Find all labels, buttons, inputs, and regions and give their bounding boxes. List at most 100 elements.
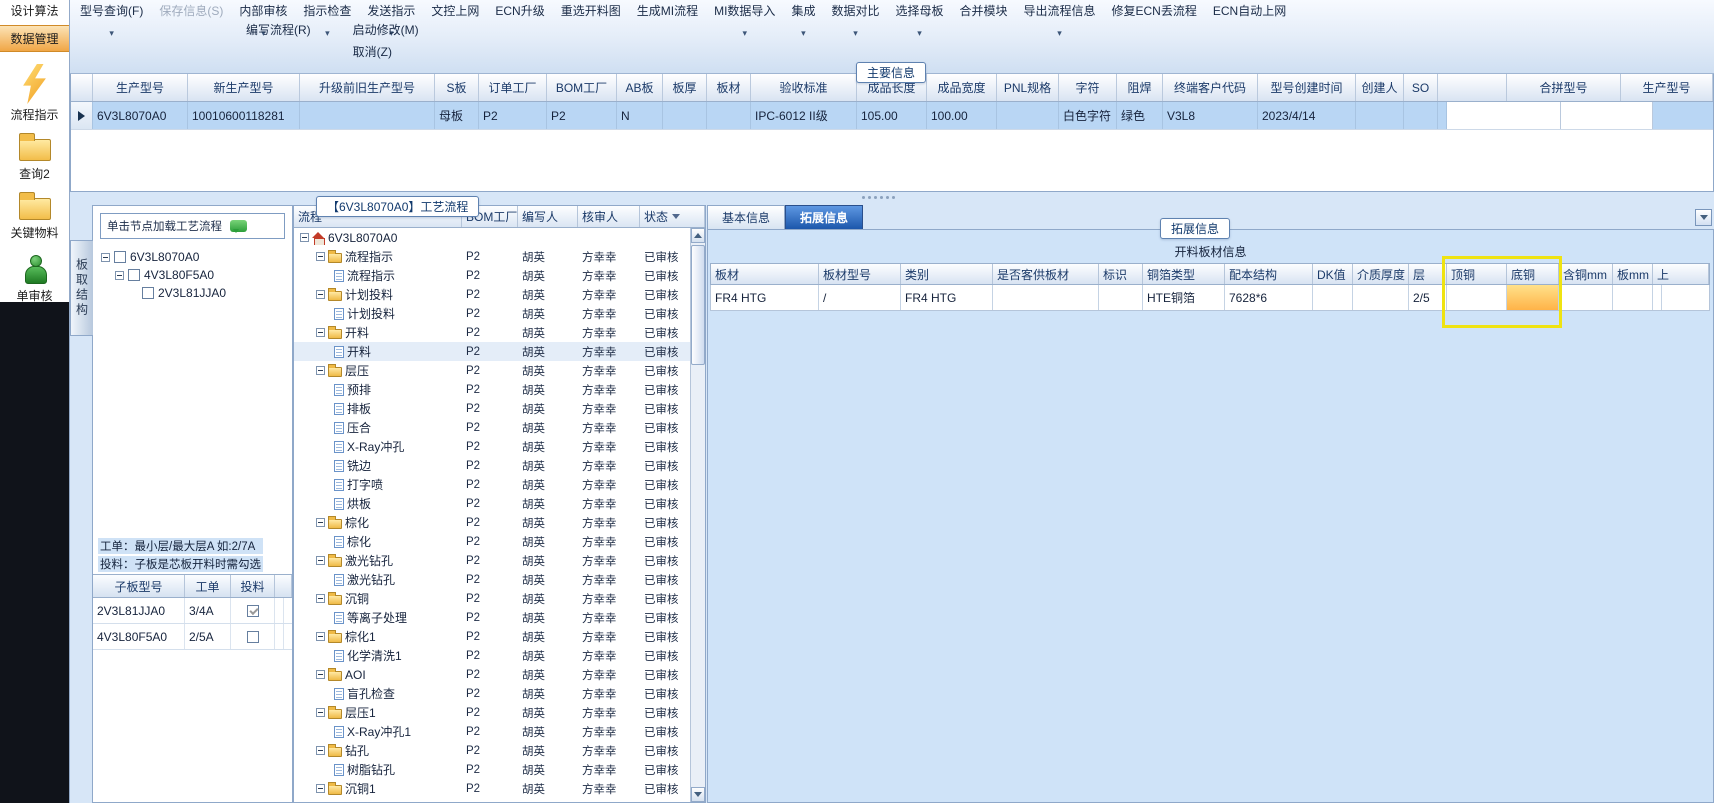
dropdown-caret-icon[interactable]: ▾ [917,29,922,38]
dropdown-caret-icon[interactable]: ▾ [109,29,114,38]
process-node[interactable]: 化学清洗1 [294,647,462,664]
column-header[interactable]: 顶铜 [1447,264,1507,284]
process-tree-row[interactable]: 压合 P2 胡英 方幸幸 已审核 [294,418,690,437]
process-tree-row[interactable]: 计划投料 P2 胡英 方幸幸 已审核 [294,304,690,323]
toolbar-button[interactable]: 生成MI流程 [629,0,706,21]
process-tree-row[interactable]: 层压1 P2 胡英 方幸幸 已审核 [294,703,690,722]
process-tree-row[interactable]: 化学清洗1 P2 胡英 方幸幸 已审核 [294,646,690,665]
grid-cell[interactable]: P2 [547,102,617,129]
panel-dropdown-button[interactable] [1695,209,1712,226]
column-header[interactable]: 板材型号 [819,264,901,284]
detail-cell[interactable] [1653,285,1662,310]
column-header[interactable]: 含铜mm [1559,264,1613,284]
column-header[interactable]: PNL规格 [997,74,1059,101]
grid-cell[interactable]: 6V3L8070A0 [93,102,188,129]
tree-expander-icon[interactable] [115,270,124,280]
column-header[interactable]: 核审人 [578,206,640,227]
toolbar-button[interactable]: 重选开料图 [553,0,629,21]
sidebar-item-数据管理[interactable]: 数据管理 [0,25,69,52]
toolbar-button[interactable]: 合并模块 [951,0,1015,21]
tree-expander-icon[interactable] [316,290,325,299]
grid-cell[interactable] [1447,102,1561,129]
process-tree-row[interactable]: 激光钻孔 P2 胡英 方幸幸 已审核 [294,570,690,589]
tree-expander-icon[interactable] [300,233,309,242]
process-node[interactable]: X-Ray冲孔 [294,438,462,455]
process-tree-row[interactable]: 沉铜1 P2 胡英 方幸幸 已审核 [294,779,690,798]
column-header[interactable]: DK值 [1313,264,1353,284]
column-header[interactable]: AB板 [617,74,663,101]
table-row[interactable]: 4V3L80F5A0 2/5A [93,624,292,650]
process-tree-row[interactable]: 排板 P2 胡英 方幸幸 已审核 [294,399,690,418]
feed-checkbox[interactable] [246,630,259,643]
sort-icon[interactable] [672,214,681,219]
sidebar-item-查询2[interactable]: 查询2 [0,125,69,184]
tree-expander-icon[interactable] [316,632,325,641]
dropdown-caret-icon[interactable]: ▾ [743,29,748,38]
column-header[interactable]: 板材 [711,264,819,284]
column-header[interactable]: SO [1404,74,1438,101]
tree-expander-icon[interactable] [316,252,325,261]
process-tree-row[interactable]: 开料 P2 胡英 方幸幸 已审核 [294,323,690,342]
tree-expander-icon[interactable] [316,518,325,527]
column-header[interactable]: 升级前旧生产型号 [300,74,435,101]
process-node[interactable]: 打字喷 [294,476,462,493]
toolbar-button[interactable]: 文控上网 [423,0,487,21]
process-node[interactable]: 棕化1 [294,628,462,645]
process-tree-row[interactable]: X-Ray冲孔1 P2 胡英 方幸幸 已审核 [294,722,690,741]
detail-cell[interactable] [1313,285,1353,310]
toolbar-button[interactable]: 集成 ▾ [783,0,823,40]
column-header[interactable]: 字符 [1059,74,1117,101]
toolbar-button[interactable]: 编写流程(R) [240,20,317,39]
grid-cell[interactable] [1356,102,1404,129]
dropdown-caret-icon[interactable]: ▾ [1057,29,1062,38]
detail-cell[interactable]: / [819,285,901,310]
process-tree-row[interactable]: 棕化 P2 胡英 方幸幸 已审核 [294,532,690,551]
tree-expander-icon[interactable] [316,708,325,717]
process-node[interactable]: 流程指示 [294,248,462,265]
toolbar-button[interactable]: 选择母板 ▾ [887,0,951,40]
process-node[interactable]: 开料 [294,343,462,360]
column-header[interactable]: 订单工厂 [479,74,547,101]
sidebar-item-设计算法[interactable]: 设计算法 [0,0,69,21]
tab-extended-info[interactable]: 拓展信息 [785,205,864,229]
process-node[interactable]: 排板 [294,400,462,417]
process-node[interactable]: 计划投料 [294,305,462,322]
column-header[interactable]: 型号创建时间 [1258,74,1356,101]
tree-node[interactable]: 6V3L8070A0 [101,248,226,266]
detail-cell[interactable] [1099,285,1143,310]
toolbar-button[interactable]: 型号查询(F) ▾ [72,0,151,40]
sidebar-item-关键物料[interactable]: 关键物料 [0,184,69,243]
row-selector[interactable] [71,102,93,129]
column-header[interactable]: 阻焊 [1117,74,1163,101]
feed-checkbox[interactable] [246,604,259,617]
process-tree-row[interactable]: 铣边 P2 胡英 方幸幸 已审核 [294,456,690,475]
detail-cell[interactable]: 7628*6 [1225,285,1313,310]
process-tree-row[interactable]: 盲孔检查 P2 胡英 方幸幸 已审核 [294,684,690,703]
process-tree-row[interactable]: 层压 P2 胡英 方幸幸 已审核 [294,361,690,380]
process-node[interactable]: 棕化 [294,533,462,550]
process-tree-row[interactable]: 钻孔 P2 胡英 方幸幸 已审核 [294,741,690,760]
detail-cell[interactable] [1447,285,1507,310]
dropdown-caret-icon[interactable]: ▾ [853,29,858,38]
process-node[interactable]: 层压 [294,362,462,379]
column-header[interactable]: BOM工厂 [547,74,617,101]
column-header[interactable]: 新生产型号 [188,74,300,101]
scroll-down-button[interactable] [691,787,705,802]
process-tree-row[interactable]: 树脂钻孔 P2 胡英 方幸幸 已审核 [294,760,690,779]
column-header[interactable]: 介质厚度 [1353,264,1409,284]
process-node[interactable]: 树脂钻孔 [294,761,462,778]
detail-cell[interactable] [993,285,1099,310]
column-header[interactable]: 创建人 [1356,74,1404,101]
tree-expander-icon[interactable] [316,366,325,375]
column-header[interactable]: 子板型号 [93,575,185,597]
scrollbar-thumb[interactable] [691,245,705,365]
grid-selected-row[interactable]: 6V3L8070A0 10010600118281 母板 P2 P2 N IPC-6012 … [71,102,1713,130]
grid-cell[interactable]: 绿色 [1117,102,1163,129]
process-node[interactable]: 压合 [294,419,462,436]
process-node[interactable]: 流程指示 [294,267,462,284]
column-header[interactable]: 终端客户代码 [1163,74,1258,101]
column-header[interactable]: 层 [1409,264,1447,284]
sidebar-item-流程指示[interactable]: 流程指示 [0,56,69,125]
process-node[interactable]: 层压1 [294,704,462,721]
grid-cell[interactable] [997,102,1059,129]
